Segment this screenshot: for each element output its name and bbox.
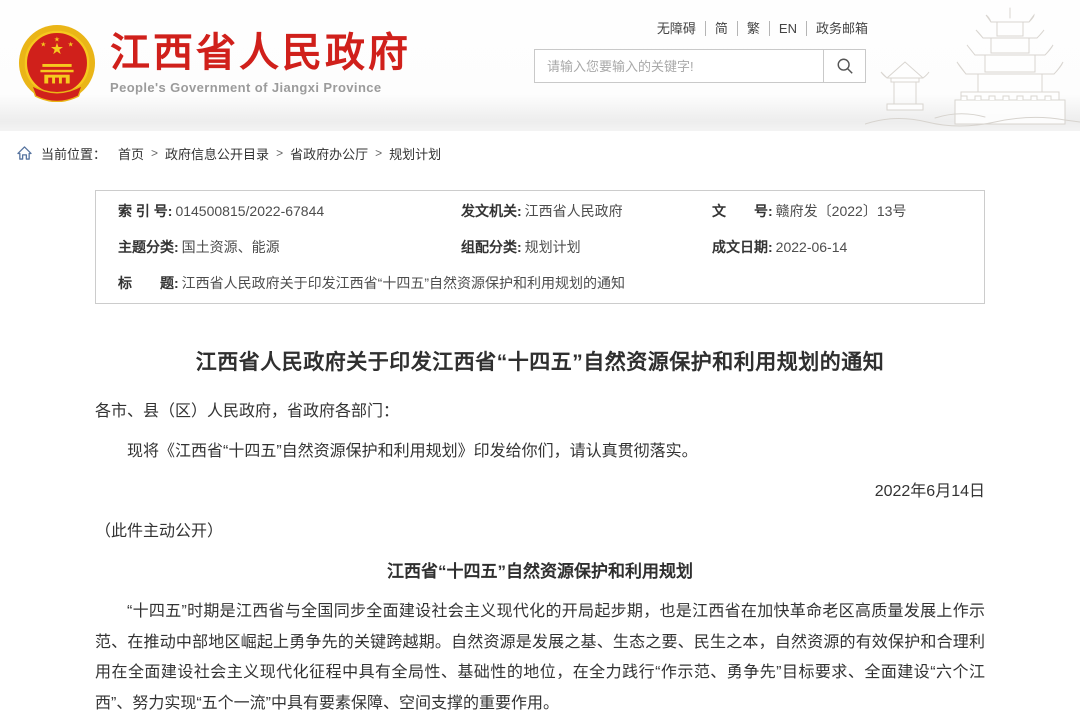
- top-links: 无障碍简繁EN政务邮箱: [534, 18, 868, 37]
- header-right: 无障碍简繁EN政务邮箱: [534, 18, 866, 83]
- top-link-accessibility[interactable]: 无障碍: [648, 21, 706, 36]
- meta-row: 索 引 号: 014500815/2022-67844 发文机关: 江西省人民政…: [96, 193, 984, 229]
- document-content: 索 引 号: 014500815/2022-67844 发文机关: 江西省人民政…: [95, 190, 985, 712]
- breadcrumb-label: 当前位置：: [41, 144, 106, 163]
- meta-document-title: 标 题: 江西省人民政府关于印发江西省“十四五”自然资源保护和利用规划的通知: [96, 273, 984, 293]
- site-title-en: People's Government of Jiangxi Province: [110, 80, 411, 95]
- document-title: 江西省人民政府关于印发江西省“十四五”自然资源保护和利用规划的通知: [95, 346, 985, 376]
- page: ★ ★ ★ ★ 江西省人民政府 People's Government of J…: [0, 0, 1080, 712]
- document-disclosure-note: （此件主动公开）: [95, 512, 985, 552]
- meta-label: 发文机关:: [461, 201, 522, 221]
- meta-document-number: 文 号: 赣府发〔2022〕13号: [712, 201, 984, 221]
- search-box: [534, 49, 866, 83]
- breadcrumb-item-info-catalog[interactable]: 政府信息公开目录: [165, 144, 269, 163]
- top-link-traditional[interactable]: 繁: [738, 21, 770, 36]
- meta-value: 江西省人民政府关于印发江西省“十四五”自然资源保护和利用规划的通知: [182, 273, 625, 293]
- search-icon: [836, 57, 854, 75]
- site-header: ★ ★ ★ ★ 江西省人民政府 People's Government of J…: [0, 0, 1080, 131]
- meta-value: 014500815/2022-67844: [175, 203, 324, 219]
- pagoda-illustration: [865, 0, 1080, 131]
- meta-label: 文 号:: [712, 201, 773, 221]
- search-button[interactable]: [823, 50, 865, 82]
- brand-text: 江西省人民政府 People's Government of Jiangxi P…: [110, 31, 411, 95]
- meta-value: 2022-06-14: [776, 239, 848, 255]
- meta-label: 索 引 号:: [118, 201, 172, 221]
- svg-text:★: ★: [68, 41, 74, 48]
- meta-index-number: 索 引 号: 014500815/2022-67844: [96, 201, 461, 221]
- meta-value: 规划计划: [525, 237, 581, 257]
- meta-label: 成文日期:: [712, 237, 773, 257]
- plan-body-paragraph: “十四五”时期是江西省与全国同步全面建设社会主义现代化的开局起步期，也是江西省在…: [95, 597, 985, 712]
- document-salutation: 各市、县（区）人民政府，省政府各部门：: [95, 392, 985, 432]
- search-input[interactable]: [535, 50, 823, 82]
- meta-row: 标 题: 江西省人民政府关于印发江西省“十四五”自然资源保护和利用规划的通知: [96, 265, 984, 301]
- svg-text:★: ★: [40, 41, 46, 48]
- top-link-gov-mail[interactable]: 政务邮箱: [807, 21, 868, 36]
- meta-label: 主题分类:: [118, 237, 179, 257]
- meta-value: 国土资源、能源: [182, 237, 280, 257]
- meta-group-category: 组配分类: 规划计划: [461, 237, 712, 257]
- document-date: 2022年6月14日: [95, 472, 985, 512]
- document-meta-table: 索 引 号: 014500815/2022-67844 发文机关: 江西省人民政…: [95, 190, 985, 304]
- meta-label: 标 题:: [118, 273, 179, 293]
- breadcrumb-item-home[interactable]: 首页: [118, 144, 144, 163]
- meta-issuing-agency: 发文机关: 江西省人民政府: [461, 201, 712, 221]
- breadcrumb-item-plans[interactable]: 规划计划: [389, 144, 441, 163]
- breadcrumb-item-general-office[interactable]: 省政府办公厅: [290, 144, 368, 163]
- meta-row: 主题分类: 国土资源、能源 组配分类: 规划计划 成文日期: 2022-06-1…: [96, 229, 984, 265]
- meta-topic-category: 主题分类: 国土资源、能源: [96, 237, 461, 257]
- meta-value: 赣府发〔2022〕13号: [776, 201, 907, 221]
- meta-label: 组配分类:: [461, 237, 522, 257]
- meta-value: 江西省人民政府: [525, 201, 623, 221]
- breadcrumb-separator: >: [276, 146, 283, 160]
- brand[interactable]: ★ ★ ★ ★ 江西省人民政府 People's Government of J…: [18, 24, 411, 102]
- svg-text:★: ★: [50, 41, 64, 58]
- site-title: 江西省人民政府: [110, 31, 411, 75]
- plan-subtitle: 江西省“十四五”自然资源保护和利用规划: [95, 552, 985, 592]
- top-link-english[interactable]: EN: [770, 21, 807, 36]
- breadcrumb: 当前位置： 首页 > 政府信息公开目录 > 省政府办公厅 > 规划计划: [0, 131, 1080, 175]
- national-emblem-logo: ★ ★ ★ ★: [18, 24, 96, 102]
- meta-issue-date: 成文日期: 2022-06-14: [712, 237, 984, 257]
- breadcrumb-separator: >: [151, 146, 158, 160]
- breadcrumb-separator: >: [375, 146, 382, 160]
- top-link-simplified[interactable]: 简: [706, 21, 738, 36]
- home-icon[interactable]: [17, 146, 32, 160]
- document-issuance-paragraph: 现将《江西省“十四五”自然资源保护和利用规划》印发给你们，请认真贯彻落实。: [95, 432, 985, 472]
- svg-text:★: ★: [54, 37, 60, 44]
